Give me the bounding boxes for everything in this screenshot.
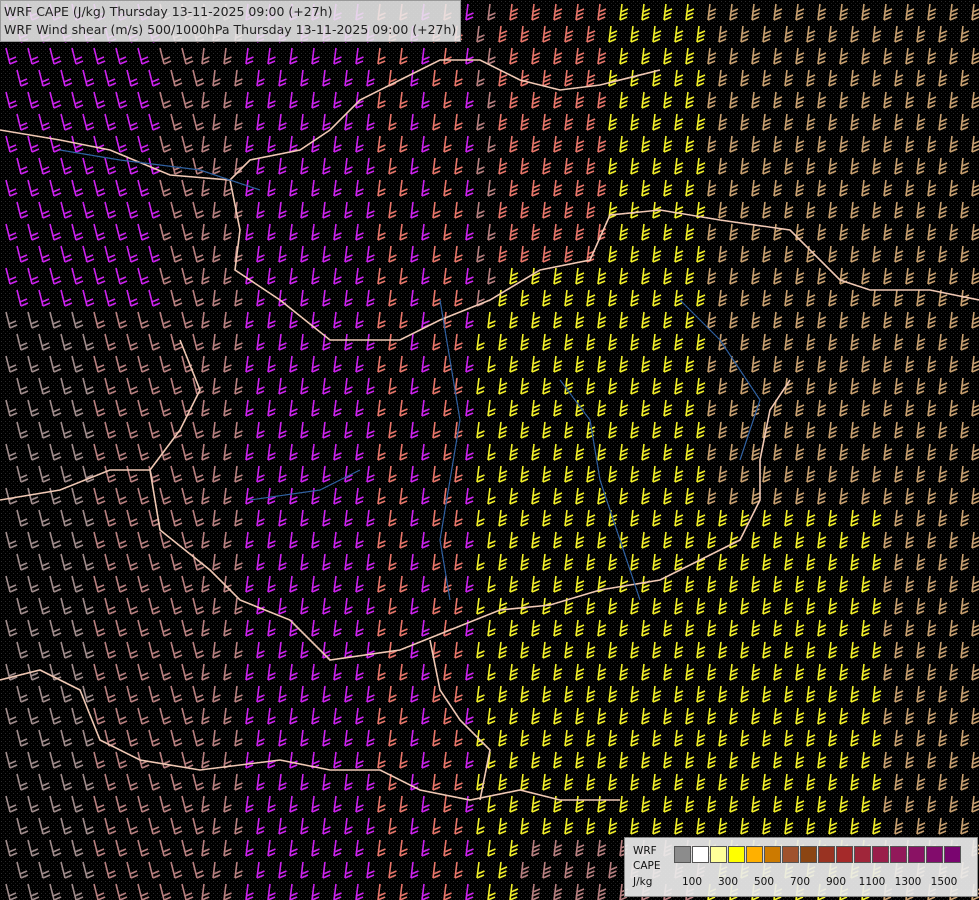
legend-swatch [800,846,817,863]
legend-tick-label: 700 [789,876,811,888]
map-title: WRF CAPE (J/kg) Thursday 13-11-2025 09:0… [0,0,462,42]
wind-shear-barbs-layer [0,0,979,900]
legend-swatch [692,846,709,863]
legend-tick-label: 500 [753,876,775,888]
legend-tick-label: 100 [681,876,703,888]
legend-tick-label: 300 [717,876,739,888]
legend-swatch [818,846,835,863]
title-wind-shear: WRF Wind shear (m/s) 500/1000hPa Thursda… [4,22,457,37]
legend-swatch [674,846,691,863]
legend-tick-label: 1300 [894,876,922,888]
legend-swatch [944,846,961,863]
legend-tick-label: 900 [825,876,847,888]
legend-label-variable: CAPE [633,860,661,872]
title-cape: WRF CAPE (J/kg) Thursday 13-11-2025 09:0… [4,4,333,19]
legend-color-scale [674,846,962,863]
map-canvas[interactable] [0,0,979,900]
legend-tick-label: 1500 [930,876,958,888]
legend-swatch [782,846,799,863]
legend-swatch [872,846,889,863]
cape-legend: WRF CAPE J/kg 100 300 500 700 900 1100 1300 150… [624,837,978,897]
legend-label-source: WRF [633,845,657,857]
legend-swatch [890,846,907,863]
legend-swatch [836,846,853,863]
legend-tick-label: 1100 [858,876,886,888]
legend-swatch [854,846,871,863]
legend-swatch [764,846,781,863]
legend-label-unit: J/kg [633,876,653,888]
legend-swatch [746,846,763,863]
legend-swatch [926,846,943,863]
legend-swatch [710,846,727,863]
legend-swatch [908,846,925,863]
legend-swatch [728,846,745,863]
